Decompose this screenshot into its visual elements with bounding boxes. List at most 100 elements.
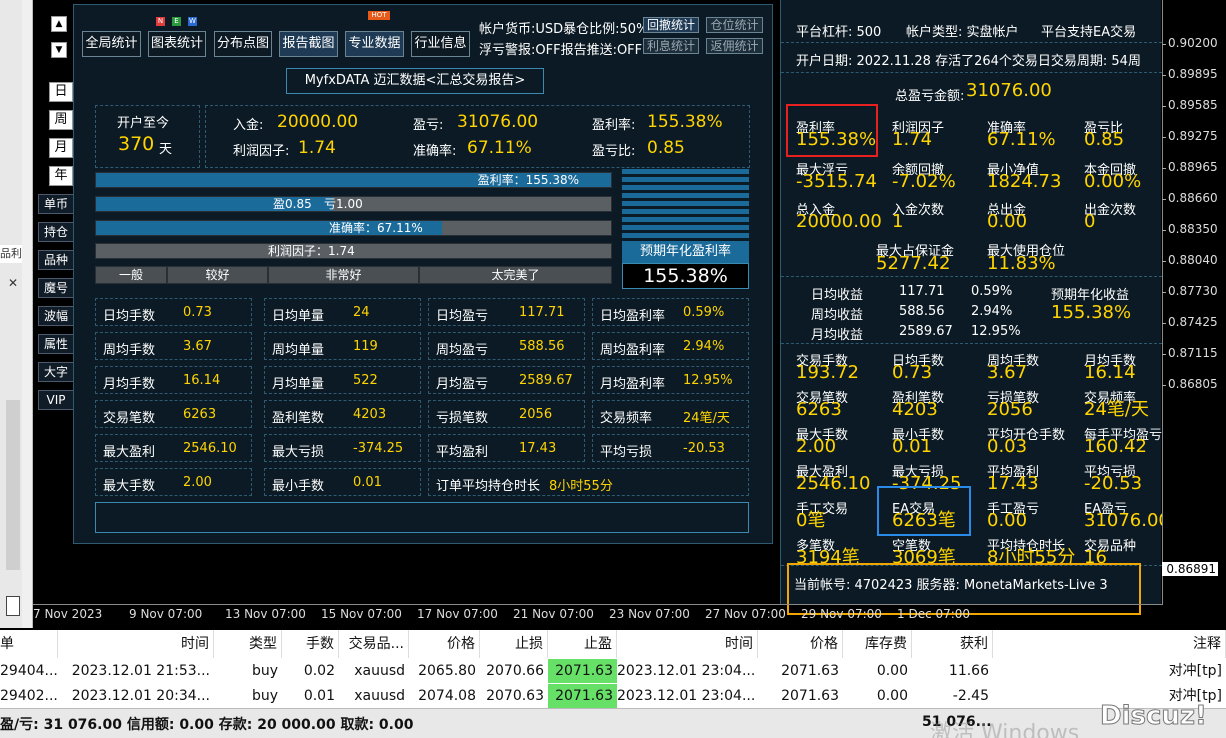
big-font-button[interactable]: 大字 xyxy=(38,362,74,382)
table-cell: 2065.80 xyxy=(418,663,476,679)
period-year-button[interactable]: 年 xyxy=(49,166,73,186)
stat-cell: 周均单量 119 xyxy=(264,332,421,360)
stat-label: 月均盈利率 xyxy=(600,377,666,392)
income-label: 月均收益 xyxy=(811,328,864,343)
column-header[interactable]: 止盈 xyxy=(548,630,617,658)
price-label: 0.90200 xyxy=(1168,36,1218,50)
stat-cell: 周均盈利率 2.94% xyxy=(592,332,749,360)
stat-value: 4203 xyxy=(353,407,387,422)
price-tick xyxy=(1162,168,1166,169)
open-date-text: 开户日期: 2022.11.28 存活了264个交易日交易周期: 54周 xyxy=(796,54,1141,69)
table-row[interactable]: 29404... 2023.12.01 21:53... buy 0.02 xauusd… xyxy=(0,659,1226,683)
table-cell: 2074.08 xyxy=(418,688,476,704)
distribution-button[interactable]: 分布点图 xyxy=(214,31,272,57)
positions-button[interactable]: 持仓 xyxy=(38,222,74,242)
total-pl-label: 总盈亏金额: xyxy=(895,89,965,104)
profit-value: 31076.00 xyxy=(457,112,539,132)
column-header[interactable]: 价格 xyxy=(409,630,480,658)
account-currency-info: 帐户货币:USD暴仓比例:50% xyxy=(479,22,649,37)
pro-data-button[interactable]: 专业数据 xyxy=(345,31,404,57)
stat-label: 周均单量 xyxy=(272,343,325,358)
table-cell: 2023.12.01 23:04... xyxy=(617,663,756,679)
rebate-stats-button[interactable]: 返佣统计 xyxy=(706,38,763,54)
right-stat-value: -3515.74 xyxy=(796,171,877,192)
vip-button[interactable]: VIP xyxy=(38,390,74,410)
right-stat-value: 1 xyxy=(892,211,904,232)
stat-cell: 月均盈亏 2589.67 xyxy=(428,366,585,394)
column-header[interactable]: 获利 xyxy=(912,630,993,658)
position-stats-button[interactable]: 仓位统计 xyxy=(706,17,763,33)
stat-cell: 日均盈利率 0.59% xyxy=(592,298,749,326)
income-rate: 12.95% xyxy=(971,324,1021,339)
interest-stats-button[interactable]: 利息统计 xyxy=(643,38,699,54)
right-stat-value: 67.11% xyxy=(987,129,1056,150)
close-icon[interactable]: ✕ xyxy=(8,276,22,290)
period-month-button[interactable]: 月 xyxy=(49,138,73,158)
price-label: 0.88350 xyxy=(1168,222,1218,236)
column-header[interactable]: 手数 xyxy=(282,630,339,658)
stat-label: 交易频率 xyxy=(600,411,653,426)
left-scrollbar[interactable] xyxy=(6,400,20,570)
table-row[interactable]: 29402... 2023.12.01 20:34... buy 0.01 xauusd… xyxy=(0,684,1226,708)
period-week-button[interactable]: 周 xyxy=(49,110,73,130)
column-header[interactable]: 类型 xyxy=(214,630,282,658)
volatility-button[interactable]: 波幅 xyxy=(38,306,74,326)
single-currency-button[interactable]: 单币 xyxy=(38,194,74,214)
stat-value: -374.25 xyxy=(353,441,404,456)
column-header[interactable]: 价格 xyxy=(758,630,843,658)
stat-cell: 最大手数 2.00 xyxy=(95,468,252,496)
symbol-button[interactable]: 品种 xyxy=(38,250,74,270)
income-rate: 0.59% xyxy=(971,284,1013,299)
column-header[interactable]: 止损 xyxy=(480,630,548,658)
chart-stats-button[interactable]: 图表统计 xyxy=(148,31,206,57)
column-header[interactable]: 时间 xyxy=(58,630,214,658)
price-tick xyxy=(1162,199,1166,200)
table-cell: 2071.63 xyxy=(781,663,839,679)
stat-cell: 最小手数 0.01 xyxy=(264,468,421,496)
table-cell: 2071.63 xyxy=(548,684,617,708)
right-stat-value: 0.85 xyxy=(1084,129,1125,150)
price-tick xyxy=(1162,137,1166,138)
time-label: 17 Nov 07:00 xyxy=(417,607,498,621)
table-cell: 2023.12.01 23:04... xyxy=(617,688,756,704)
profit-label: 盈亏: xyxy=(413,118,444,133)
right-stat-value: 1824.73 xyxy=(987,171,1062,192)
rate-bar-text: 盈利率：155.38% xyxy=(477,173,579,187)
global-stats-button[interactable]: 全局统计 xyxy=(82,31,141,57)
column-header[interactable]: 单 xyxy=(0,630,58,658)
stat-cell: 月均单量 522 xyxy=(264,366,421,394)
income-label: 日均收益 xyxy=(811,288,864,303)
stat-cell: 平均盈利 17.43 xyxy=(428,434,585,462)
leverage-text: 平台杠杆: 500 xyxy=(796,25,882,40)
right-stat-value: 31076.00 xyxy=(1084,510,1170,531)
left-checkbox[interactable] xyxy=(6,596,20,616)
mt4-terminal-window: 品利 ✕ ▲ ▼ 日 周 月 年 单币 持仓 品种 魔号 波幅 属性 大字 VI… xyxy=(0,0,1226,738)
right-stat-value: 0.00 xyxy=(987,510,1028,531)
period-day-button[interactable]: 日 xyxy=(49,82,73,102)
scroll-down-icon[interactable]: ▼ xyxy=(51,42,67,58)
stat-label: 日均盈利率 xyxy=(600,309,666,324)
stat-cell: 日均单量 24 xyxy=(264,298,421,326)
stat-value: 24 xyxy=(353,305,370,320)
column-header[interactable]: 注释 xyxy=(993,630,1226,658)
stat-label: 周均盈利率 xyxy=(600,343,666,358)
grade-perfect: 太完美了 xyxy=(419,266,612,284)
report-screenshot-button[interactable]: 报告截图 xyxy=(279,31,338,57)
magic-number-button[interactable]: 魔号 xyxy=(38,278,74,298)
column-header[interactable]: 时间 xyxy=(617,630,758,658)
pl-label: 盈亏比: xyxy=(592,144,636,159)
drawdown-stats-button[interactable]: 回撤统计 xyxy=(643,17,699,33)
left-strip-cut-label: 品利 xyxy=(0,245,22,263)
empty-input-area[interactable] xyxy=(95,502,749,533)
column-header[interactable]: 库存费 xyxy=(843,630,912,658)
price-tick xyxy=(1162,292,1166,293)
scroll-up-icon[interactable]: ▲ xyxy=(51,16,67,32)
column-header[interactable]: 交易品... xyxy=(339,630,409,658)
industry-info-button[interactable]: 行业信息 xyxy=(411,31,470,57)
stat-label: 平均亏损 xyxy=(600,445,653,460)
income-value: 117.71 xyxy=(899,284,945,299)
pf-label: 利润因子: xyxy=(233,144,290,159)
price-tick xyxy=(1162,106,1166,107)
income-rate: 2.94% xyxy=(971,304,1013,319)
properties-button[interactable]: 属性 xyxy=(38,334,74,354)
